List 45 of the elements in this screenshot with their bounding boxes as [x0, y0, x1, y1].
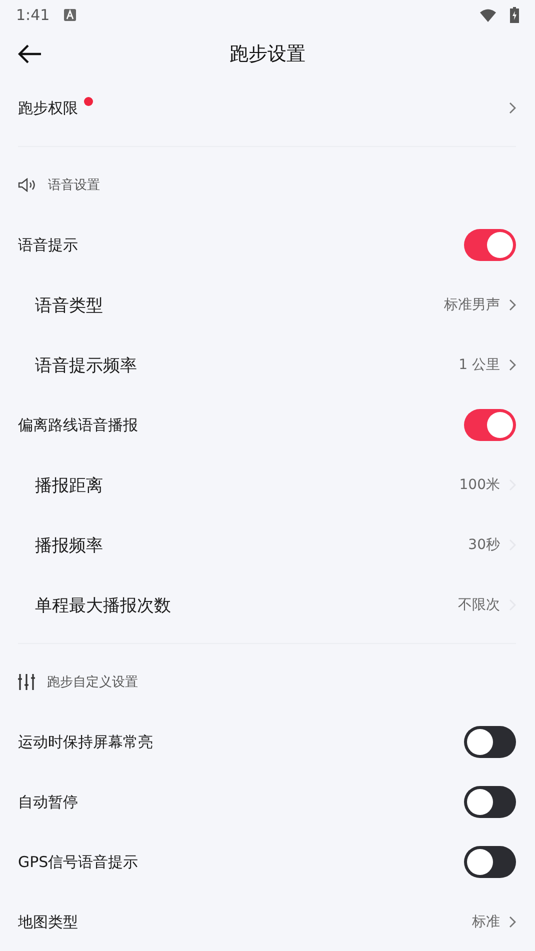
chevron-right-icon: [508, 102, 516, 114]
setting-value: 不限次: [458, 596, 500, 614]
setting-label: 语音提示: [18, 236, 78, 254]
keyboard-notification-icon: [64, 9, 76, 21]
setting-label: 偏离路线语音播报: [18, 416, 138, 434]
settings-row[interactable]: 语音提示频率 1 公里: [0, 335, 535, 395]
battery-icon: [510, 7, 519, 23]
setting-label: 语音提示频率: [35, 354, 137, 376]
setting-label: 自动暂停: [18, 792, 78, 812]
settings-row[interactable]: 语音类型 标准男声: [0, 275, 535, 335]
setting-value: 100米: [459, 476, 500, 494]
section-title: 语音设置: [48, 177, 100, 194]
chevron-right-icon: [508, 299, 516, 311]
settings-row[interactable]: 偏离路线语音播报: [0, 395, 535, 455]
settings-row[interactable]: 语音提示: [0, 215, 535, 275]
setting-label: 运动时保持屏幕常亮: [18, 732, 153, 752]
setting-label: 播报频率: [35, 534, 103, 556]
section-title: 跑步自定义设置: [47, 674, 138, 691]
settings-row[interactable]: 自动暂停: [0, 772, 535, 832]
toggle-switch[interactable]: [464, 229, 516, 261]
chevron-right-icon: [508, 916, 516, 928]
setting-label: 单程最大播报次数: [35, 594, 171, 616]
settings-row[interactable]: 运动时保持屏幕常亮: [0, 712, 535, 772]
setting-label: 跑步权限: [18, 98, 78, 118]
setting-label: 地图类型: [18, 912, 78, 932]
toggle-switch[interactable]: [464, 409, 516, 441]
setting-value: 标准: [472, 913, 500, 931]
wifi-icon: [480, 8, 496, 22]
toggle-switch[interactable]: [464, 786, 516, 818]
chevron-right-icon: [508, 359, 516, 371]
setting-value: 1 公里: [458, 356, 500, 374]
toggle-switch[interactable]: [464, 726, 516, 758]
settings-row[interactable]: 地图类型 标准: [0, 892, 535, 951]
speaker-icon: [18, 178, 36, 192]
setting-label: 播报距离: [35, 474, 103, 496]
setting-value: 标准男声: [444, 296, 500, 314]
settings-row[interactable]: GPS信号语音提示: [0, 832, 535, 892]
status-time: 1:41: [16, 6, 50, 24]
setting-value: 30秒: [468, 536, 500, 554]
toggle-switch[interactable]: [464, 846, 516, 878]
sliders-icon: [18, 674, 35, 690]
settings-row[interactable]: 跑步权限: [0, 78, 535, 138]
page-title: 跑步设置: [230, 42, 306, 67]
setting-label: GPS信号语音提示: [18, 852, 138, 872]
setting-label: 语音类型: [35, 294, 103, 316]
